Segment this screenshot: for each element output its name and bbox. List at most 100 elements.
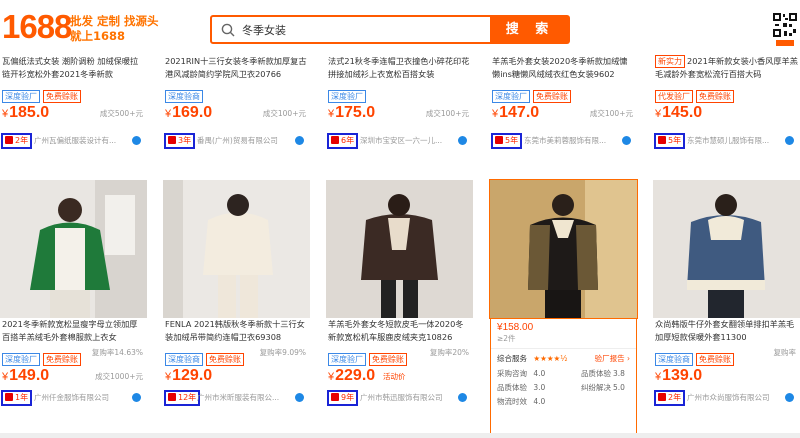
shop-name[interactable]: 广州仟金服饰有限公司 xyxy=(34,392,126,404)
product-image[interactable] xyxy=(0,180,147,318)
score-row: 品质体验 3.0 纠纷解决 5.0 xyxy=(497,383,625,392)
product-photo xyxy=(0,180,147,318)
product-card[interactable]: 新实力 2021年新款女装小香风厚羊羔毛减龄外套宽松流行百搭大码 代发验厂 免费赊账… xyxy=(653,55,800,151)
service-label: 综合服务 xyxy=(497,354,527,363)
site-logo[interactable]: 1688 xyxy=(2,8,72,46)
trade-volume: 成交1000+元 xyxy=(95,372,143,381)
chat-icon[interactable] xyxy=(132,136,141,145)
repurchase-rate: 复购率9.09% xyxy=(259,348,306,357)
product-image[interactable] xyxy=(653,180,800,318)
years-badge: 9年 xyxy=(327,390,359,406)
crown-icon xyxy=(5,393,13,401)
years-badge: 5年 xyxy=(491,133,523,149)
trade-volume: 成交100+元 xyxy=(425,109,469,118)
shop-name[interactable]: 广州市众尚服饰有限公司 xyxy=(687,392,779,404)
product-title[interactable]: 瓦偏纸法式女装 潮阶调粉 加绒保暖拉链开衫宽松外套2021冬季新款 xyxy=(0,55,147,81)
product-title[interactable]: 新实力 2021年新款女装小香风厚羊羔毛减龄外套宽松流行百搭大码 xyxy=(653,55,800,81)
search-input[interactable] xyxy=(242,20,462,39)
chat-icon[interactable] xyxy=(295,136,304,145)
price: ¥229.0 xyxy=(328,367,376,384)
search-icon xyxy=(221,23,235,37)
product-card[interactable]: 众尚韩版牛仔外套女翻领单排扣羊羔毛加厚短款保暖外套11300 深度验商 免费赊账复… xyxy=(653,180,800,408)
product-image[interactable] xyxy=(326,180,473,318)
score-row: 物流时效 4.0 xyxy=(497,397,546,406)
shop-name[interactable]: 东莞市慧硕儿服饰有限... xyxy=(687,135,779,147)
price: ¥158.00 xyxy=(497,322,534,333)
price: ¥129.0 xyxy=(165,367,213,384)
crown-icon xyxy=(168,393,176,401)
chat-icon[interactable] xyxy=(458,393,467,402)
product-card[interactable]: 羊羔毛外套女冬短款皮毛一体2020冬新款宽松机车服鹿皮绒夹克10826 深度验厂… xyxy=(326,180,473,408)
shop-name[interactable]: 深圳市宝安区一六一儿... xyxy=(360,135,452,147)
trade-volume: 成交100+元 xyxy=(589,109,633,118)
activity-price-label: 活动价 xyxy=(383,372,406,381)
shop-name[interactable]: 东莞市美莉蓉服饰有限... xyxy=(524,135,616,147)
years-badge: 3年 xyxy=(164,133,196,149)
rating-stars: ★★★★½ xyxy=(533,354,568,363)
repurchase-rate: 复购率 xyxy=(773,348,797,357)
price: ¥145.0 xyxy=(655,104,703,121)
shop-name[interactable]: 广州市米昕服装有限公... xyxy=(197,392,289,404)
product-card[interactable]: 瓦偏纸法式女装 潮阶调粉 加绒保暖拉链开衫宽松外套2021冬季新款 深度验厂 免费… xyxy=(0,55,147,151)
chat-icon[interactable] xyxy=(458,136,467,145)
product-title[interactable]: 法式21秋冬季连帽卫衣撞色小碎花印花拼接加绒衫上衣宽松百搭女装 xyxy=(326,55,473,81)
slogan-line1: 批发 定制 找源头 xyxy=(70,14,159,28)
qr-code-icon[interactable] xyxy=(772,12,798,48)
service-row: 综合服务 ★★★★½ 验厂报告 › xyxy=(491,348,636,367)
crown-icon xyxy=(658,136,666,144)
product-photo xyxy=(326,180,473,318)
product-photo xyxy=(653,180,800,318)
header-bar: 1688 批发 定制 找源头 就上1688 搜 索 xyxy=(0,0,800,55)
crown-icon xyxy=(658,393,666,401)
product-card[interactable]: 2021RIN十三行女装冬季新款加厚复古港风减龄简约学院风卫衣20766 深度验… xyxy=(163,55,310,151)
search-button[interactable]: 搜 索 xyxy=(490,15,570,44)
new-strength-badge: 新实力 xyxy=(655,55,685,68)
chat-icon[interactable] xyxy=(132,393,141,402)
years-badge: 6年 xyxy=(327,133,359,149)
product-photo xyxy=(490,180,637,318)
years-badge: 1年 xyxy=(1,390,33,406)
product-title[interactable]: 2021冬季新款宽松显瘦字母立领加厚百搭羊羔绒毛外套棉服款上衣女 xyxy=(0,318,147,344)
product-title[interactable]: 羊羔毛外套女装2020冬季新款加绒慵懒ins糖懒风绒绒衣红色女装9602 xyxy=(490,55,637,81)
product-card[interactable]: 2021冬季新款宽松显瘦字母立领加厚百搭羊羔绒毛外套棉服款上衣女 深度验厂 免费赊… xyxy=(0,180,147,408)
repurchase-rate: 复购率20% xyxy=(429,348,469,357)
trade-volume: 成交500+元 xyxy=(99,109,143,118)
product-title[interactable]: FENLA 2021韩版秋冬季新款十三行女装加绒吊带简约连帽卫衣69308 xyxy=(163,318,310,344)
product-title[interactable]: 羊羔毛外套女冬短款皮毛一体2020冬新款宽松机车服鹿皮绒夹克10826 xyxy=(326,318,473,344)
shop-name[interactable]: 广州市韩迅服饰有限公司 xyxy=(360,392,452,404)
years-badge: 5年 xyxy=(654,133,686,149)
product-photo xyxy=(163,180,310,318)
trade-volume: 成交100+元 xyxy=(262,109,306,118)
price: ¥185.0 xyxy=(2,104,50,121)
years-badge: 2年 xyxy=(1,133,33,149)
price: ¥149.0 xyxy=(2,367,50,384)
crown-icon xyxy=(5,136,13,144)
product-title[interactable]: 众尚韩版牛仔外套女翻领单排扣羊羔毛加厚短款保暖外套11300 xyxy=(653,318,800,344)
chat-icon[interactable] xyxy=(622,136,631,145)
product-image[interactable] xyxy=(163,180,310,318)
product-card-hover[interactable]: ¥158.00 ≥2件 综合服务 ★★★★½ 验厂报告 › 采购咨询 4.0 品质… xyxy=(489,179,638,435)
site-slogan: 批发 定制 找源头 就上1688 xyxy=(70,14,159,44)
min-quantity: ≥2件 xyxy=(497,334,516,343)
crown-icon xyxy=(168,136,176,144)
product-title[interactable]: 2021RIN十三行女装冬季新款加厚复古港风减龄简约学院风卫衣20766 xyxy=(163,55,310,81)
factory-report-link[interactable]: 验厂报告 › xyxy=(595,353,630,364)
years-badge: 2年 xyxy=(654,390,686,406)
chat-icon[interactable] xyxy=(785,393,794,402)
product-image[interactable] xyxy=(489,179,638,319)
shop-name[interactable]: 广州瓦偏纸服装设计有... xyxy=(34,135,126,147)
shop-name[interactable]: 番禺(广州)贸易有限公司 xyxy=(197,135,289,147)
product-card[interactable]: 法式21秋冬季连帽卫衣撞色小碎花印花拼接加绒衫上衣宽松百搭女装 深度验厂 ¥17… xyxy=(326,55,473,151)
page-bottom-edge xyxy=(0,433,800,438)
repurchase-rate: 复购率14.63% xyxy=(91,348,143,357)
crown-icon xyxy=(495,136,503,144)
chat-icon[interactable] xyxy=(295,393,304,402)
price: ¥169.0 xyxy=(165,104,213,121)
slogan-line2: 就上1688 xyxy=(70,29,126,43)
score-row: 采购咨询 4.0 品质体验 3.8 xyxy=(497,369,625,378)
product-card[interactable]: 羊羔毛外套女装2020冬季新款加绒慵懒ins糖懒风绒绒衣红色女装9602 深度验… xyxy=(490,55,637,151)
product-card[interactable]: FENLA 2021韩版秋冬季新款十三行女装加绒吊带简约连帽卫衣69308 深度… xyxy=(163,180,310,408)
crown-icon xyxy=(331,136,339,144)
hover-info-panel: ¥158.00 ≥2件 综合服务 ★★★★½ 验厂报告 › 采购咨询 4.0 品质… xyxy=(490,318,637,435)
chat-icon[interactable] xyxy=(785,136,794,145)
